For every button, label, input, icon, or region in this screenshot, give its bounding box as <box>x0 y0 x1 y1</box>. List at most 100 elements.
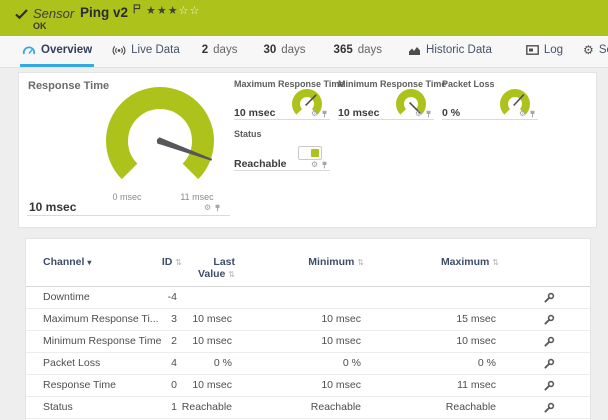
channel-gear-icon[interactable]: ⚙ <box>311 110 318 118</box>
divider <box>338 119 434 120</box>
gauges-panel: Response Time 0 msec 11 msec 10 msec ⚙ M… <box>18 72 597 228</box>
prtg-sensor-page: Sensor Ping v2 ★★★☆☆ OK Overview Live Da… <box>0 0 608 420</box>
channel-settings-icon[interactable] <box>543 314 555 326</box>
tab-365-days[interactable]: 365 days <box>332 36 384 67</box>
divider <box>234 170 330 171</box>
gauge-scale-min: 0 msec <box>112 192 142 202</box>
star-icon[interactable]: ☆ <box>190 5 201 17</box>
column-header-id[interactable]: ID ⇅ <box>162 256 182 268</box>
tab-number: 365 <box>333 44 353 56</box>
pin-icon[interactable] <box>321 110 328 118</box>
channel-id: 2 <box>171 335 177 347</box>
channel-settings-icon[interactable] <box>543 292 555 304</box>
gauge-title: Status <box>234 129 262 139</box>
maximum-value: 11 msec <box>457 379 496 391</box>
minimum-value: 10 msec <box>321 379 361 391</box>
gauge-scale-max: 11 msec <box>180 192 214 202</box>
pin-icon[interactable] <box>214 204 221 212</box>
channel-id: 4 <box>171 357 177 369</box>
star-icon[interactable]: ☆ <box>179 5 190 17</box>
status-indicator-knob <box>311 148 319 157</box>
gauge-value: 0 % <box>442 107 461 119</box>
last-value: 10 msec <box>192 379 232 391</box>
sort-icon: ⇅ <box>492 258 499 267</box>
gauge-cell-status: Status Reachable ⚙ <box>234 129 330 175</box>
star-icon[interactable]: ★ <box>168 5 179 17</box>
star-icon[interactable]: ★ <box>157 5 168 17</box>
status-check-icon <box>15 9 28 20</box>
sensor-header: Sensor Ping v2 ★★★☆☆ OK <box>0 0 608 36</box>
gear-icon: ⚙ <box>583 43 594 57</box>
channel-id: -4 <box>167 291 177 303</box>
channel-name: Minimum Response Time <box>43 335 162 347</box>
sort-icon: ⇅ <box>357 258 364 267</box>
log-icon <box>525 45 539 55</box>
channel-gear-icon[interactable]: ⚙ <box>311 161 318 169</box>
star-icon[interactable]: ★ <box>146 5 157 17</box>
pin-icon[interactable] <box>425 110 432 118</box>
gauge-value: 10 msec <box>234 107 276 119</box>
pin-icon[interactable] <box>321 161 328 169</box>
status-indicator <box>298 146 322 160</box>
channel-gear-icon[interactable]: ⚙ <box>519 110 526 118</box>
tab-2-days[interactable]: 2 days <box>200 36 240 67</box>
gauge-value: 10 msec <box>338 107 380 119</box>
tab-label: days <box>357 44 383 56</box>
main-gauge-value: 10 msec <box>29 200 77 214</box>
gauge-title: Packet Loss <box>442 79 495 89</box>
main-gauge-title: Response Time <box>28 80 110 92</box>
maximum-value: 10 msec <box>456 335 496 347</box>
flag-icon[interactable] <box>133 4 141 14</box>
table-row: Status 1 Reachable Reachable Reachable <box>26 397 590 419</box>
sensor-type-label: Sensor <box>33 6 75 21</box>
tab-settings[interactable]: ⚙ Settings <box>581 36 608 67</box>
maximum-value: 15 msec <box>456 313 496 325</box>
gauge-value: Reachable <box>234 158 287 170</box>
last-value: 10 msec <box>192 335 232 347</box>
column-header-minimum[interactable]: Minimum ⇅ <box>308 256 364 268</box>
minimum-value: Reachable <box>310 401 361 413</box>
channel-gear-icon[interactable]: ⚙ <box>204 204 211 212</box>
column-header-maximum[interactable]: Maximum ⇅ <box>441 256 499 268</box>
tab-label: Settings <box>598 44 608 56</box>
channel-name: Downtime <box>43 291 90 303</box>
minimum-value: 10 msec <box>321 335 361 347</box>
table-header-row: Channel ▾ ID ⇅ Last Value ⇅ Minimum ⇅ Max… <box>26 239 590 287</box>
channel-settings-icon[interactable] <box>543 358 555 370</box>
channel-settings-icon[interactable] <box>543 402 555 414</box>
channel-name: Status <box>43 401 73 413</box>
tab-label: days <box>281 44 306 56</box>
tab-historic-data[interactable]: Historic Data <box>406 36 494 67</box>
priority-stars[interactable]: ★★★☆☆ <box>146 4 200 17</box>
tab-label: days <box>213 44 238 56</box>
divider <box>234 119 330 120</box>
divider <box>442 119 538 120</box>
sort-icon: ⇅ <box>175 258 182 267</box>
table-row: Packet Loss 4 0 % 0 % 0 % <box>26 353 590 375</box>
table-row: Maximum Response Ti... 3 10 msec 10 msec… <box>26 309 590 331</box>
maximum-value: Reachable <box>445 401 496 413</box>
channel-settings-icon[interactable] <box>543 336 555 348</box>
tab-live-data[interactable]: Live Data <box>110 36 182 67</box>
channel-name: Packet Loss <box>43 357 101 369</box>
channel-name: Maximum Response Ti... <box>43 313 159 325</box>
last-value: Reachable <box>181 401 232 413</box>
column-header-last-value[interactable]: Last Value ⇅ <box>198 256 235 281</box>
minimum-value: 0 % <box>342 357 361 369</box>
gauge-title: Minimum Response Time <box>338 79 447 89</box>
channel-settings-icon[interactable] <box>543 380 555 392</box>
tab-number: 2 <box>201 44 209 56</box>
channel-id: 3 <box>171 313 177 325</box>
channel-gear-icon[interactable]: ⚙ <box>415 110 422 118</box>
tab-log[interactable]: Log <box>524 36 565 67</box>
maximum-value: 0 % <box>477 357 496 369</box>
broadcast-icon <box>112 45 126 55</box>
tab-overview[interactable]: Overview <box>20 36 95 67</box>
pin-icon[interactable] <box>529 110 536 118</box>
tab-label: Log <box>543 44 564 56</box>
column-header-channel[interactable]: Channel ▾ <box>43 256 91 268</box>
channel-id: 1 <box>171 401 177 413</box>
channels-table: Channel ▾ ID ⇅ Last Value ⇅ Minimum ⇅ Max… <box>25 238 591 420</box>
tab-30-days[interactable]: 30 days <box>261 36 307 67</box>
tab-label: Historic Data <box>426 44 492 56</box>
